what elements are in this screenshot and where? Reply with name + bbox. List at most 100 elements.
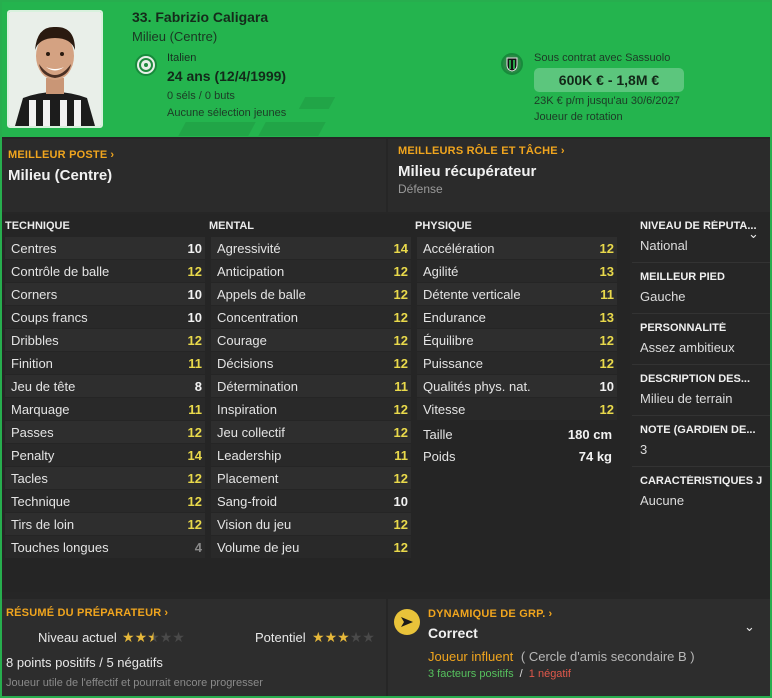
attribute-row[interactable]: Placement 12 [211,467,411,490]
influence-line: Joueur influent ( Cercle d'amis secondai… [428,649,695,664]
attribute-name: Centres [11,240,57,256]
attribute-row[interactable]: Agilité 13 [417,260,617,283]
attribute-row[interactable]: Vitesse 12 [417,398,617,421]
attribute-row[interactable]: Tirs de loin 12 [5,513,205,536]
dynamics-status: Correct [428,625,478,641]
attribute-row[interactable]: Puissance 12 [417,352,617,375]
attribute-row[interactable]: Leadership 11 [211,444,411,467]
attribute-name: Jeu de tête [11,378,76,394]
attribute-row[interactable]: Endurance 13 [417,306,617,329]
mental-title: MENTAL [209,220,255,232]
attribute-name: Équilibre [423,332,474,348]
contract-status: Sous contrat avec Sassuolo [534,52,671,64]
divider [632,313,770,314]
attribute-name: Tirs de loin [11,516,75,532]
star-icon: ★ [122,629,135,645]
attribute-row[interactable]: Détente verticale 11 [417,283,617,306]
player-position: Milieu (Centre) [132,29,218,44]
attribute-value: 10 [187,309,202,325]
attribute-name: Vision du jeu [217,516,292,532]
nationality-flag-icon[interactable] [135,54,157,76]
technique-list: Centres 10 Contrôle de balle 12 Corners 10 Cou… [5,237,205,559]
chevron-right-icon: › [548,608,553,620]
attribute-name: Appels de balle [217,286,306,302]
attribute-name: Touches longues [11,539,109,555]
attribute-value: 11 [188,401,202,417]
attribute-name: Tacles [11,470,48,486]
attribute-value: 12 [393,286,408,302]
attribute-row[interactable]: Penalty 14 [5,444,205,467]
attribute-row[interactable]: Agressivité 14 [211,237,411,260]
attribute-row[interactable]: Sang-froid 10 [211,490,411,513]
star-icon: ★ [147,629,160,645]
best-role-header[interactable]: MEILLEURS RÔLE ET TÂCHE › [398,145,565,157]
attribute-row[interactable]: Qualités phys. nat. 10 [417,375,617,398]
club-badge-icon[interactable] [501,53,523,75]
star-icon: ★ [312,629,325,645]
attribute-row[interactable]: Marquage 11 [5,398,205,421]
star-icon: ★ [134,629,148,645]
international-caps: 0 séls / 0 buts [167,90,235,102]
attribute-row[interactable]: Courage 12 [211,329,411,352]
attribute-row[interactable]: Détermination 11 [211,375,411,398]
star-icon: ★ [324,629,338,645]
attribute-name: Leadership [217,447,282,463]
header-stripe [178,122,256,136]
best-position-header[interactable]: MEILLEUR POSTE › [8,149,114,161]
attribute-row[interactable]: Vision du jeu 12 [211,513,411,536]
transfer-value[interactable]: 600K € - 1,8M € [534,68,684,92]
height-value: 180 cm [567,426,612,442]
personality-item: PERSONNALITÉ Assez ambitieux [640,322,768,355]
attribute-row[interactable]: Inspiration 12 [211,398,411,421]
dynamics-header[interactable]: DYNAMIQUE DE GRP. › [428,608,552,620]
chevron-down-icon[interactable]: ⌄ [748,226,759,242]
best-role-panel[interactable]: MEILLEURS RÔLE ET TÂCHE › Milieu récupéra… [388,139,770,212]
attribute-row[interactable]: Touches longues 4 [5,536,205,559]
attributes-area: TECHNIQUE MENTAL PHYSIQUE Centres 10 Contr… [2,214,630,592]
best-position-label: MEILLEUR POSTE [8,149,108,161]
chevron-right-icon: › [560,145,565,157]
attribute-row[interactable]: Appels de balle 12 [211,283,411,306]
attribute-name: Qualités phys. nat. [423,378,531,394]
goalkeeper-rating-value: 3 [640,442,648,457]
attribute-row[interactable]: Jeu collectif 12 [211,421,411,444]
best-role-label: MEILLEURS RÔLE ET TÂCHE [398,145,558,157]
attribute-row[interactable]: Corners 10 [5,283,205,306]
attribute-name: Concentration [217,309,298,325]
coach-report-header[interactable]: RÉSUMÉ DU PRÉPARATEUR › [6,607,168,619]
player-header: 33. Fabrizio Caligara Milieu (Centre) It… [2,2,770,137]
attribute-name: Puissance [423,355,483,371]
attribute-row[interactable]: Tacles 12 [5,467,205,490]
attribute-row[interactable]: Contrôle de balle 12 [5,260,205,283]
attribute-name: Accélération [423,240,495,256]
dynamics-arrow-icon [394,609,420,635]
player-name: 33. Fabrizio Caligara [132,9,269,25]
attribute-row[interactable]: Technique 12 [5,490,205,513]
attribute-value: 11 [600,286,614,302]
best-position-panel[interactable]: MEILLEUR POSTE › Milieu (Centre) [2,139,386,212]
attribute-row[interactable]: Jeu de tête 8 [5,375,205,398]
attribute-row[interactable]: Volume de jeu 12 [211,536,411,559]
preferred-foot-label: MEILLEUR PIED [640,271,725,283]
attribute-row[interactable]: Anticipation 12 [211,260,411,283]
attribute-value: 12 [393,355,408,371]
attribute-row[interactable]: Décisions 12 [211,352,411,375]
attribute-row[interactable]: Accélération 12 [417,237,617,260]
attribute-row[interactable]: Finition 11 [5,352,205,375]
attribute-value: 11 [394,447,408,463]
chevron-down-icon[interactable]: ⌄ [744,619,755,635]
attribute-row[interactable]: Passes 12 [5,421,205,444]
attribute-row[interactable]: Dribbles 12 [5,329,205,352]
player-photo[interactable] [7,10,103,128]
best-role-duty: Défense [398,182,443,196]
attribute-name: Contrôle de balle [11,263,110,279]
team-dynamics-panel[interactable]: DYNAMIQUE DE GRP. › Correct ⌄ Joueur infl… [388,599,770,696]
description-label: DESCRIPTION DES... [640,373,751,385]
attribute-row[interactable]: Équilibre 12 [417,329,617,352]
coach-report-panel[interactable]: RÉSUMÉ DU PRÉPARATEUR › Niveau actuel ★★★… [2,599,386,696]
attribute-row[interactable]: Centres 10 [5,237,205,260]
attribute-row[interactable]: Coups francs 10 [5,306,205,329]
attribute-value: 12 [187,470,202,486]
attribute-row[interactable]: Concentration 12 [211,306,411,329]
attribute-name: Courage [217,332,267,348]
